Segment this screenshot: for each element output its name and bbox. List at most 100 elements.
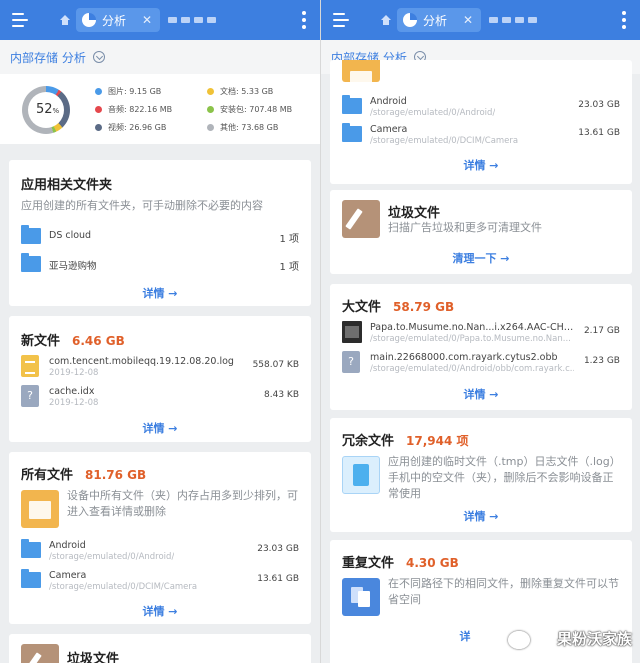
large-files-card[interactable]: 大文件 58.79 GB Papa.to.Musume.no.Nan...i.x2… <box>330 284 632 410</box>
folder-icon <box>21 225 41 244</box>
card-title: 大文件 58.79 GB <box>342 300 455 315</box>
legend-item: 其他: 73.68 GB <box>207 122 278 133</box>
item-count: 1 项 <box>279 234 299 245</box>
item-date: 2019-12-08 <box>49 368 99 378</box>
details-link[interactable]: 详情 → <box>330 157 632 173</box>
junk-files-card[interactable]: 垃圾文件 扫描广告垃圾和更多可清理文件 清理一下 → <box>330 190 632 274</box>
right-pane: 分析 ✕ 内部存储 分析 Android /storage/emulated/0… <box>320 0 640 663</box>
close-icon[interactable]: ✕ <box>463 13 473 27</box>
storage-summary-card[interactable]: 52% 图片: 9.15 GB 文档: 5.33 GB 音频: 822.16 M… <box>0 74 320 144</box>
item-size: 13.61 GB <box>578 128 620 138</box>
item-path: /storage/emulated/0/Android/ <box>370 108 496 118</box>
all-files-card[interactable]: Android /storage/emulated/0/Android/ 23.… <box>330 60 632 184</box>
unknown-file-icon: ? <box>21 385 39 407</box>
card-title: 应用相关文件夹 <box>21 178 113 193</box>
redundant-icon <box>342 456 380 494</box>
card-title: 冗余文件 17,944 项 <box>342 434 469 449</box>
list-item[interactable]: DS cloud 1 项 <box>21 225 301 248</box>
card-amount: 17,944 项 <box>406 434 469 448</box>
item-name: Camera <box>49 570 87 581</box>
more-vert-icon[interactable] <box>622 11 626 32</box>
left-pane: 分析 ✕ 内部存储 分析 52% 图片: 9.15 GB 文档: 5.33 GB… <box>0 0 320 663</box>
junk-files-card[interactable]: 垃圾文件 <box>9 634 311 663</box>
top-bar: 分析 ✕ <box>0 0 320 40</box>
analysis-pie-icon <box>403 13 417 27</box>
item-path: /storage/emulated/0/DCIM/Camera <box>49 582 198 592</box>
item-name: Camera <box>370 124 408 135</box>
item-name: com.tencent.mobileqq.19.12.08.20.log <box>49 356 234 367</box>
log-file-icon <box>21 355 39 377</box>
card-desc: 应用创建的所有文件夹，可手动删除不必要的内容 <box>21 199 263 212</box>
close-icon[interactable]: ✕ <box>142 13 152 27</box>
folder-icon <box>342 95 362 114</box>
item-size: 23.03 GB <box>257 544 299 554</box>
folder-icon <box>21 569 41 588</box>
watermark: 果粉沃家族 <box>556 630 632 648</box>
card-desc: 扫描广告垃圾和更多可清理文件 <box>388 221 542 234</box>
details-link[interactable]: 详情 → <box>330 508 632 524</box>
storage-header[interactable]: 内部存储 分析 <box>0 40 320 74</box>
clean-button[interactable]: 清理一下 → <box>330 250 632 266</box>
card-title: 新文件 6.46 GB <box>21 334 125 349</box>
chevron-down-icon[interactable] <box>92 51 105 63</box>
legend-item: 音频: 822.16 MB <box>95 104 172 115</box>
folder-icon <box>21 253 41 272</box>
home-icon[interactable] <box>381 15 391 25</box>
unknown-file-icon: ? <box>342 351 360 373</box>
redundant-files-card[interactable]: 冗余文件 17,944 项 应用创建的临时文件（.tmp）日志文件（.log）手机… <box>330 418 632 532</box>
list-item[interactable]: Papa.to.Musume.no.Nan...i.x264.AAC-CHDTV… <box>342 321 622 344</box>
new-files-card[interactable]: 新文件 6.46 GB com.tencent.mobileqq.19.12.08… <box>9 316 311 442</box>
list-item[interactable]: 亚马逊购物 1 项 <box>21 253 301 276</box>
card-title: 垃圾文件 <box>388 206 441 221</box>
list-item[interactable]: ? cache.idx 2019-12-08 8.43 KB <box>21 385 301 408</box>
details-link[interactable]: 详情 → <box>9 285 311 301</box>
item-name: Android <box>49 540 86 551</box>
list-item[interactable]: Android /storage/emulated/0/Android/ 23.… <box>342 95 622 118</box>
item-size: 558.07 KB <box>252 360 299 370</box>
legend-item: 图片: 9.15 GB <box>95 86 161 97</box>
analysis-pie-icon <box>82 13 96 27</box>
menu-icon[interactable] <box>333 12 355 28</box>
item-name: Android <box>370 96 407 107</box>
all-files-icon <box>21 490 59 528</box>
item-path: /storage/emulated/0/Papa.to.Musume.no.Na… <box>370 334 571 344</box>
junk-icon <box>342 200 380 238</box>
item-name: main.22668000.com.rayark.cytus2.obb <box>370 352 558 363</box>
storage-title: 内部存储 分析 <box>10 50 86 65</box>
home-icon[interactable] <box>60 15 70 25</box>
list-item[interactable]: com.tencent.mobileqq.19.12.08.20.log 201… <box>21 355 301 378</box>
card-desc: 在不同路径下的相同文件，删除重复文件可以节省空间 <box>388 577 619 606</box>
tab-strip-icons[interactable] <box>168 17 217 23</box>
item-size: 2.17 GB <box>583 326 620 336</box>
details-link[interactable]: 详情 → <box>330 386 632 402</box>
card-amount: 6.46 GB <box>72 334 125 348</box>
tab-analysis[interactable]: 分析 ✕ <box>76 8 161 32</box>
all-files-icon <box>342 60 380 89</box>
app-folders-card[interactable]: 应用相关文件夹 应用创建的所有文件夹，可手动删除不必要的内容 DS cloud … <box>9 160 311 306</box>
split-screen: 分析 ✕ 内部存储 分析 52% 图片: 9.15 GB 文档: 5.33 GB… <box>0 0 640 663</box>
menu-icon[interactable] <box>12 12 34 28</box>
item-name: DS cloud <box>49 230 92 241</box>
tab-strip-icons[interactable] <box>489 17 538 23</box>
item-name: 亚马逊购物 <box>49 261 97 272</box>
list-item[interactable]: Camera /storage/emulated/0/DCIM/Camera 1… <box>342 123 622 146</box>
wechat-icon <box>508 631 530 649</box>
all-files-card[interactable]: 所有文件 81.76 GB 设备中所有文件（夹）内存占用多到少排列，可进入查看详情… <box>9 452 311 624</box>
item-name: Papa.to.Musume.no.Nan...i.x264.AAC-CHDTV… <box>370 322 574 333</box>
legend-item: 安装包: 707.48 MB <box>207 104 292 115</box>
list-item[interactable]: Camera /storage/emulated/0/DCIM/Camera 1… <box>21 569 301 592</box>
tab-analysis[interactable]: 分析 ✕ <box>397 8 482 32</box>
details-link[interactable]: 详情 → <box>9 603 311 619</box>
video-file-icon <box>342 321 362 343</box>
item-date: 2019-12-08 <box>49 398 99 408</box>
card-amount: 4.30 GB <box>406 556 459 570</box>
details-link[interactable]: 详情 → <box>9 420 311 436</box>
usage-percent: 52% <box>36 102 60 117</box>
list-item[interactable]: ? main.22668000.com.rayark.cytus2.obb /s… <box>342 351 622 374</box>
item-size: 13.61 GB <box>257 574 299 584</box>
item-count: 1 项 <box>279 262 299 273</box>
more-vert-icon[interactable] <box>302 11 306 32</box>
list-item[interactable]: Android /storage/emulated/0/Android/ 23.… <box>21 539 301 562</box>
card-title: 所有文件 81.76 GB <box>21 468 147 483</box>
item-name: cache.idx <box>49 386 95 397</box>
